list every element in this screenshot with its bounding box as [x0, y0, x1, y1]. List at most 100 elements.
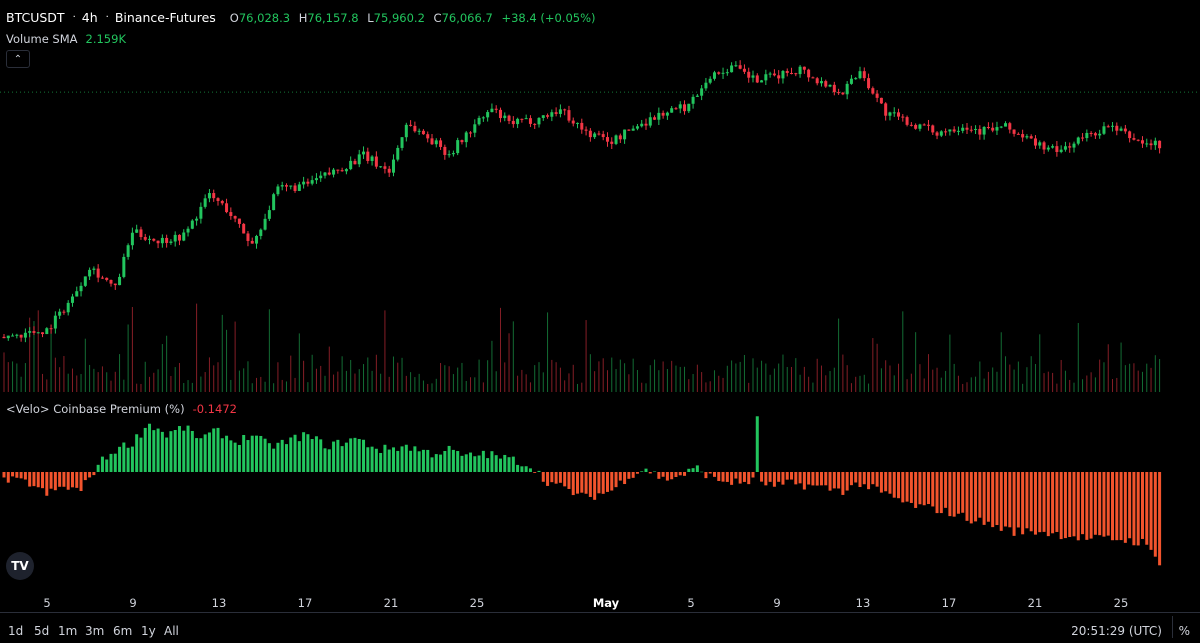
- premium-bar: [2, 472, 6, 478]
- volume-bar: [885, 360, 887, 392]
- premium-label: <Velo> Coinbase Premium (%): [6, 402, 185, 416]
- candle-body: [961, 127, 965, 131]
- candle-body: [558, 109, 562, 114]
- volume-bar: [93, 368, 95, 392]
- candle-body: [580, 122, 584, 130]
- candle-body: [1051, 146, 1055, 148]
- volume-bar: [953, 363, 955, 392]
- premium-bar: [75, 472, 79, 488]
- premium-bar: [237, 444, 241, 472]
- candle-body: [267, 210, 271, 219]
- time-axis-tick: 5: [43, 596, 51, 610]
- change-value: +38.4 (+0.05%): [501, 10, 596, 25]
- premium-bar: [332, 441, 336, 472]
- volume-bar: [1094, 377, 1096, 392]
- premium-bar: [986, 472, 990, 522]
- volume-bar: [405, 375, 407, 392]
- symbol-name[interactable]: BTCUSDT: [6, 10, 65, 25]
- volume-bar: [679, 366, 681, 392]
- candle-body: [875, 93, 879, 98]
- candle-body: [734, 65, 738, 67]
- premium-bar: [272, 448, 276, 472]
- timeframe-button-3m[interactable]: 3m: [85, 624, 104, 638]
- premium-bar: [700, 471, 704, 473]
- candle-body: [635, 126, 639, 129]
- tradingview-logo-icon[interactable]: TV: [6, 552, 34, 580]
- candle-body: [319, 175, 323, 179]
- volume-bar: [773, 368, 775, 392]
- premium-bar: [1004, 472, 1008, 527]
- chart-canvas[interactable]: [0, 0, 1200, 612]
- candle-body: [657, 112, 661, 120]
- candle-body: [349, 160, 353, 170]
- candle-body: [460, 140, 464, 143]
- volume-bar: [217, 362, 219, 392]
- premium-bar: [216, 427, 220, 472]
- utc-clock[interactable]: 20:51:29 (UTC): [1071, 624, 1162, 638]
- high-value: 76,157.8: [307, 10, 359, 25]
- premium-bar: [931, 472, 935, 507]
- volume-bar: [290, 355, 292, 392]
- premium-bar: [631, 472, 635, 478]
- candle-body: [336, 169, 340, 171]
- premium-bar: [897, 472, 901, 499]
- candle-body: [374, 156, 378, 167]
- volume-bar: [59, 367, 61, 392]
- candle-body: [610, 141, 614, 144]
- premium-bar: [263, 438, 267, 472]
- premium-bar: [794, 472, 798, 485]
- timeframe-label[interactable]: 4h: [82, 10, 98, 25]
- candle-body: [691, 96, 695, 104]
- premium-bar: [366, 447, 370, 472]
- timeframe-button-1y[interactable]: 1y: [141, 624, 156, 638]
- volume-bar: [24, 363, 26, 392]
- premium-bar: [751, 472, 755, 478]
- candle-body: [948, 129, 952, 132]
- premium-bar: [670, 472, 674, 480]
- candle-body: [815, 78, 819, 84]
- volume-bar: [564, 380, 566, 392]
- volume-bar: [705, 382, 707, 392]
- volume-bar: [354, 373, 356, 392]
- timeframe-button-all[interactable]: All: [164, 624, 179, 638]
- candle-body: [516, 118, 520, 125]
- premium-bar: [503, 454, 507, 472]
- volume-bar: [1107, 344, 1109, 392]
- volume-bar: [101, 366, 103, 392]
- open-key: O: [229, 10, 239, 25]
- candle-body: [148, 238, 152, 240]
- volume-bar: [983, 378, 985, 392]
- timeframe-button-6m[interactable]: 6m: [113, 624, 132, 638]
- volume-bar: [42, 373, 44, 392]
- timeframe-button-1m[interactable]: 1m: [58, 624, 77, 638]
- premium-bar: [1012, 472, 1016, 536]
- timeframe-button-1d[interactable]: 1d: [8, 624, 23, 638]
- volume-legend[interactable]: Volume SMA 2.159K: [6, 32, 126, 46]
- volume-bar: [183, 383, 185, 392]
- volume-bar: [957, 375, 959, 392]
- time-axis-tick: 13: [855, 596, 871, 610]
- candle-body: [225, 203, 229, 213]
- premium-bar: [1089, 472, 1093, 539]
- candle-body: [785, 71, 789, 73]
- volume-bar: [833, 367, 835, 392]
- premium-bar: [695, 465, 699, 472]
- premium-bar: [914, 472, 918, 508]
- premium-legend[interactable]: <Velo> Coinbase Premium (%) -0.1472: [6, 402, 237, 416]
- premium-bar: [66, 472, 70, 490]
- premium-bar: [1136, 472, 1140, 546]
- premium-bar: [190, 430, 194, 472]
- volume-bar: [367, 357, 369, 392]
- candle-body: [730, 65, 734, 73]
- candle-body: [867, 78, 871, 89]
- candle-body: [481, 117, 485, 119]
- candle-body: [1059, 149, 1063, 152]
- timeframe-button-5d[interactable]: 5d: [34, 624, 49, 638]
- percent-scale-toggle[interactable]: %: [1179, 624, 1190, 638]
- candle-body: [503, 115, 507, 119]
- candle-body: [554, 112, 558, 114]
- candle-body: [353, 160, 357, 165]
- candle-body: [6, 335, 10, 339]
- collapse-legend-button[interactable]: ⌃: [6, 50, 30, 68]
- candle-body: [62, 311, 66, 313]
